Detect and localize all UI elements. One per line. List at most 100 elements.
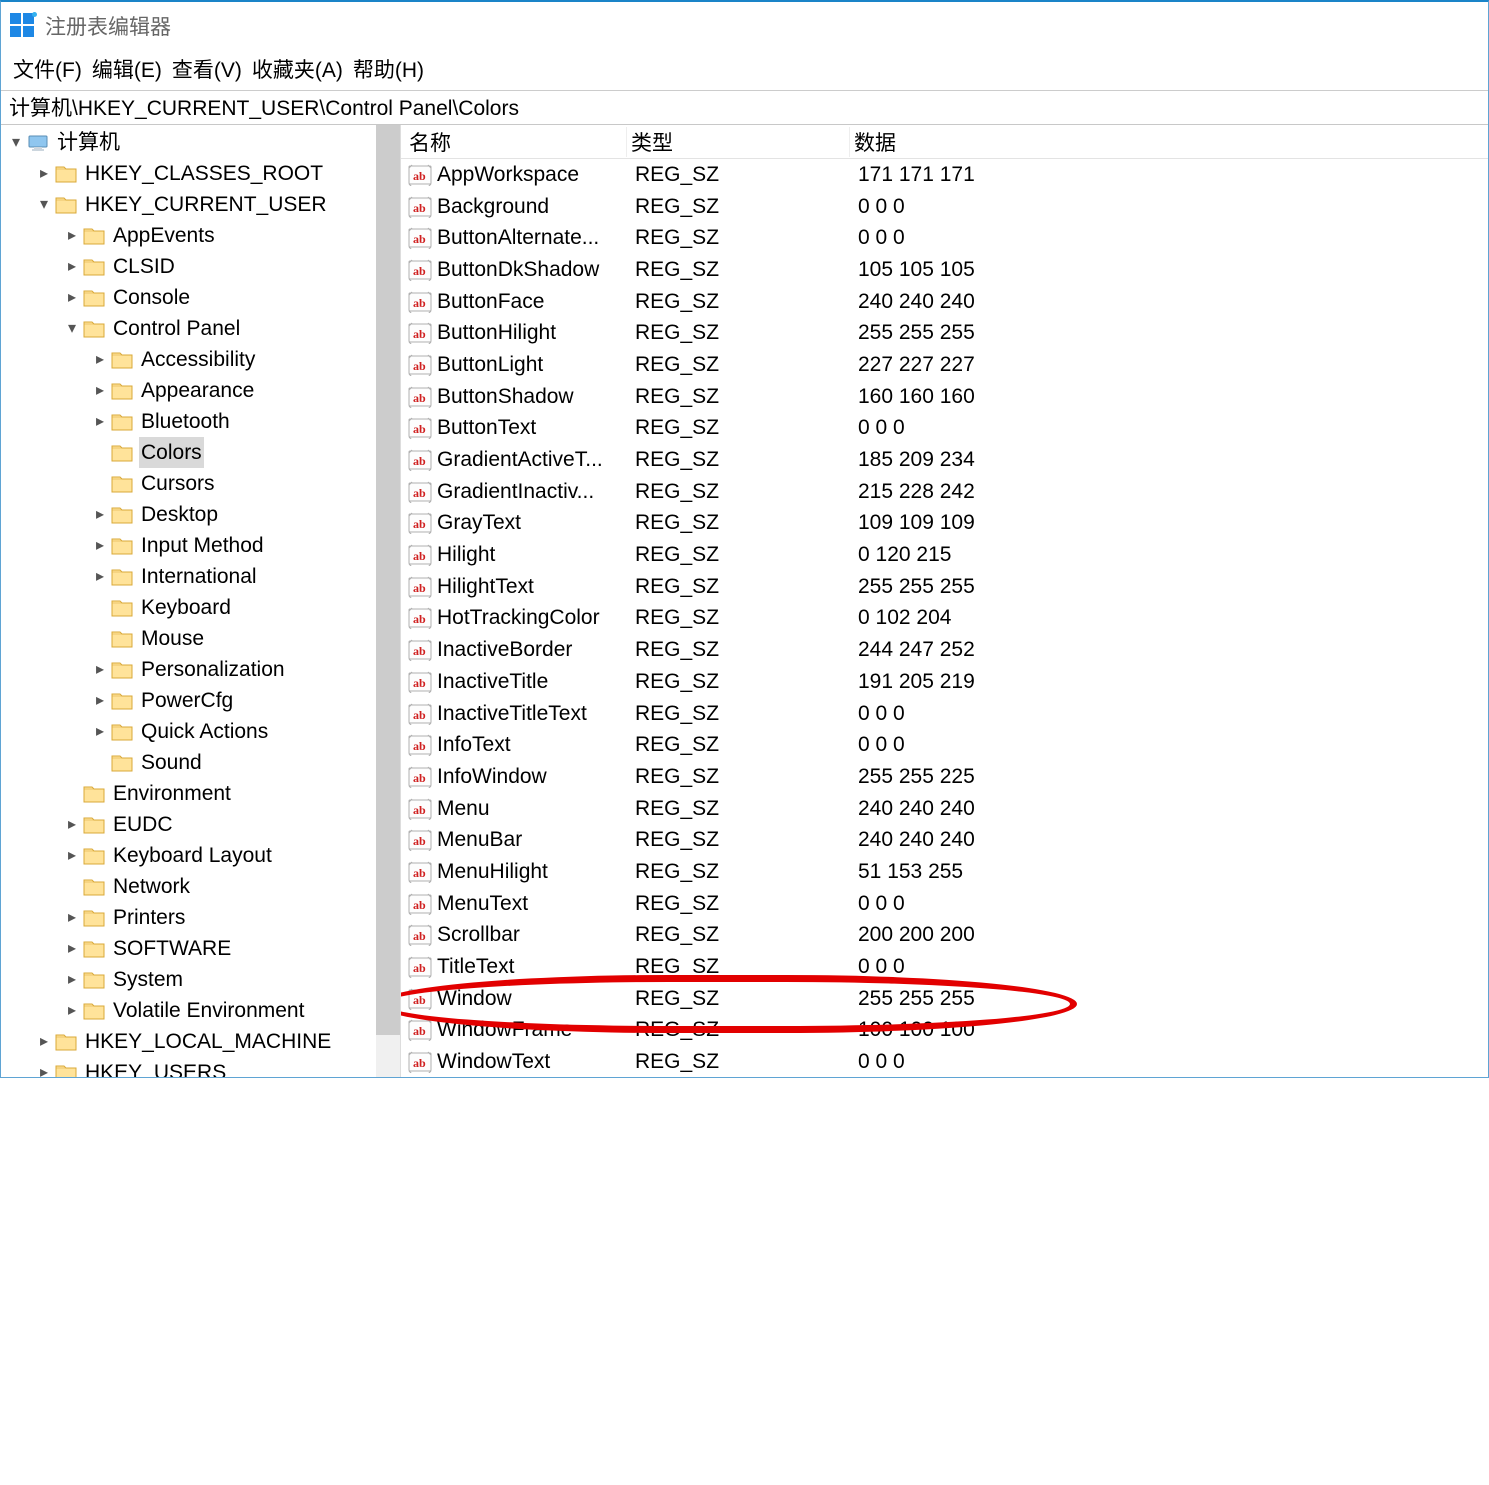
chevron-right-icon[interactable]: ▸ <box>89 406 111 437</box>
tree-node-mouse[interactable]: · Mouse <box>5 623 400 654</box>
chevron-right-icon[interactable]: ▸ <box>61 282 83 313</box>
chevron-down-icon[interactable]: ▾ <box>61 313 83 344</box>
tree-node-desktop[interactable]: ▸ Desktop <box>5 499 400 530</box>
column-header-type[interactable]: 类型 <box>627 127 850 157</box>
chevron-right-icon[interactable]: ▸ <box>61 220 83 251</box>
value-list[interactable]: AppWorkspaceREG_SZ171 171 171BackgroundR… <box>401 159 1488 1077</box>
list-row[interactable]: InactiveTitleREG_SZ191 205 219 <box>401 666 1488 698</box>
list-row[interactable]: ButtonTextREG_SZ0 0 0 <box>401 413 1488 445</box>
chevron-right-icon[interactable]: ▸ <box>61 840 83 871</box>
column-header-data[interactable]: 数据 <box>850 127 1488 157</box>
tree-node-sound[interactable]: · Sound <box>5 747 400 778</box>
chevron-right-icon[interactable]: ▸ <box>89 685 111 716</box>
list-row[interactable]: InactiveTitleTextREG_SZ0 0 0 <box>401 698 1488 730</box>
column-header-name[interactable]: 名称 <box>401 127 627 157</box>
tree-node-input-method[interactable]: ▸ Input Method <box>5 530 400 561</box>
tree-node-software[interactable]: ▸ SOFTWARE <box>5 933 400 964</box>
list-row[interactable]: MenuBarREG_SZ240 240 240 <box>401 824 1488 856</box>
list-row[interactable]: ButtonShadowREG_SZ160 160 160 <box>401 381 1488 413</box>
tree-node-appevents[interactable]: ▸ AppEvents <box>5 220 400 251</box>
list-row[interactable]: ButtonLightREG_SZ227 227 227 <box>401 349 1488 381</box>
menu-file[interactable]: 文件(F) <box>9 52 86 86</box>
tree-node-system[interactable]: ▸ System <box>5 964 400 995</box>
chevron-right-icon[interactable]: ▸ <box>61 902 83 933</box>
list-row[interactable]: ButtonFaceREG_SZ240 240 240 <box>401 286 1488 318</box>
tree-node-printers[interactable]: ▸ Printers <box>5 902 400 933</box>
chevron-right-icon[interactable]: ▸ <box>33 1026 55 1057</box>
tree-node-network[interactable]: · Network <box>5 871 400 902</box>
tree-node-hklm[interactable]: ▸ HKEY_LOCAL_MACHINE <box>5 1026 400 1057</box>
tree-node-appearance[interactable]: ▸ Appearance <box>5 375 400 406</box>
chevron-down-icon[interactable]: ▾ <box>33 189 55 220</box>
tree-scrollbar[interactable] <box>376 125 400 1077</box>
list-row[interactable]: GradientActiveT...REG_SZ185 209 234 <box>401 444 1488 476</box>
chevron-right-icon[interactable]: ▸ <box>89 530 111 561</box>
list-row[interactable]: WindowTextREG_SZ0 0 0 <box>401 1046 1488 1077</box>
value-type: REG_SZ <box>631 353 854 377</box>
tree-node-clsid[interactable]: ▸ CLSID <box>5 251 400 282</box>
list-row[interactable]: WindowFrameREG_SZ100 100 100 <box>401 1015 1488 1047</box>
list-row[interactable]: HilightTextREG_SZ255 255 255 <box>401 571 1488 603</box>
list-row[interactable]: HilightREG_SZ0 120 215 <box>401 539 1488 571</box>
chevron-right-icon[interactable]: ▸ <box>89 375 111 406</box>
tree-node-personalization[interactable]: ▸ Personalization <box>5 654 400 685</box>
chevron-right-icon[interactable]: ▸ <box>89 654 111 685</box>
tree-node-eudc[interactable]: ▸ EUDC <box>5 809 400 840</box>
tree-node-hkcr[interactable]: ▸ HKEY_CLASSES_ROOT <box>5 158 400 189</box>
chevron-right-icon[interactable]: ▸ <box>89 344 111 375</box>
list-row[interactable]: WindowREG_SZ255 255 255 <box>401 983 1488 1015</box>
list-row[interactable]: GrayTextREG_SZ109 109 109 <box>401 508 1488 540</box>
tree-node-accessibility[interactable]: ▸ Accessibility <box>5 344 400 375</box>
tree-node-bluetooth[interactable]: ▸ Bluetooth <box>5 406 400 437</box>
tree-label: Quick Actions <box>139 716 270 747</box>
tree-node-keyboard-layout[interactable]: ▸ Keyboard Layout <box>5 840 400 871</box>
menu-view[interactable]: 查看(V) <box>168 52 246 86</box>
chevron-right-icon[interactable]: ▸ <box>61 809 83 840</box>
tree-node-keyboard[interactable]: · Keyboard <box>5 592 400 623</box>
value-name: HilightText <box>437 575 631 599</box>
scrollbar-thumb[interactable] <box>376 125 400 1035</box>
chevron-right-icon[interactable]: ▸ <box>61 251 83 282</box>
list-row[interactable]: TitleTextREG_SZ0 0 0 <box>401 951 1488 983</box>
list-row[interactable]: MenuREG_SZ240 240 240 <box>401 793 1488 825</box>
tree-node-hkcu[interactable]: ▾ HKEY_CURRENT_USER <box>5 189 400 220</box>
tree-node-console[interactable]: ▸ Console <box>5 282 400 313</box>
list-row[interactable]: ScrollbarREG_SZ200 200 200 <box>401 920 1488 952</box>
list-row[interactable]: HotTrackingColorREG_SZ0 102 204 <box>401 603 1488 635</box>
menu-help[interactable]: 帮助(H) <box>349 52 428 86</box>
key-tree[interactable]: ▾ 计算机 ▸ HKEY_CLASSES_ROOT ▾ HKEY_CURRENT… <box>1 125 400 1077</box>
chevron-right-icon[interactable]: ▸ <box>89 716 111 747</box>
list-row[interactable]: AppWorkspaceREG_SZ171 171 171 <box>401 159 1488 191</box>
list-row[interactable]: InfoWindowREG_SZ255 255 225 <box>401 761 1488 793</box>
chevron-right-icon[interactable]: ▸ <box>61 933 83 964</box>
chevron-right-icon[interactable]: ▸ <box>89 499 111 530</box>
chevron-right-icon[interactable]: ▸ <box>61 964 83 995</box>
list-row[interactable]: GradientInactiv...REG_SZ215 228 242 <box>401 476 1488 508</box>
chevron-right-icon[interactable]: ▸ <box>89 561 111 592</box>
menu-edit[interactable]: 编辑(E) <box>88 52 166 86</box>
chevron-right-icon[interactable]: ▸ <box>61 995 83 1026</box>
chevron-right-icon[interactable]: ▸ <box>33 158 55 189</box>
list-row[interactable]: InactiveBorderREG_SZ244 247 252 <box>401 634 1488 666</box>
tree-node-colors[interactable]: · Colors <box>5 437 400 468</box>
list-row[interactable]: ButtonDkShadowREG_SZ105 105 105 <box>401 254 1488 286</box>
tree-node-international[interactable]: ▸ International <box>5 561 400 592</box>
list-row[interactable]: BackgroundREG_SZ0 0 0 <box>401 191 1488 223</box>
list-row[interactable]: MenuHilightREG_SZ51 153 255 <box>401 856 1488 888</box>
tree-node-control-panel[interactable]: ▾ Control Panel <box>5 313 400 344</box>
chevron-down-icon[interactable]: ▾ <box>5 127 27 158</box>
tree-node-environment[interactable]: · Environment <box>5 778 400 809</box>
list-row[interactable]: ButtonHilightREG_SZ255 255 255 <box>401 317 1488 349</box>
list-row[interactable]: MenuTextREG_SZ0 0 0 <box>401 888 1488 920</box>
list-row[interactable]: ButtonAlternate...REG_SZ0 0 0 <box>401 222 1488 254</box>
tree-node-cursors[interactable]: · Cursors <box>5 468 400 499</box>
tree-node-quick-actions[interactable]: ▸ Quick Actions <box>5 716 400 747</box>
tree-node-volatile-environment[interactable]: ▸ Volatile Environment <box>5 995 400 1026</box>
tree-node-powercfg[interactable]: ▸ PowerCfg <box>5 685 400 716</box>
list-row[interactable]: InfoTextREG_SZ0 0 0 <box>401 729 1488 761</box>
address-bar[interactable]: 计算机\HKEY_CURRENT_USER\Control Panel\Colo… <box>1 90 1488 125</box>
chevron-right-icon[interactable]: ▸ <box>33 1057 55 1077</box>
tree-node-hku[interactable]: ▸ HKEY_USERS <box>5 1057 400 1077</box>
tree-node-computer[interactable]: ▾ 计算机 <box>5 127 400 158</box>
menu-favorites[interactable]: 收藏夹(A) <box>248 52 347 86</box>
